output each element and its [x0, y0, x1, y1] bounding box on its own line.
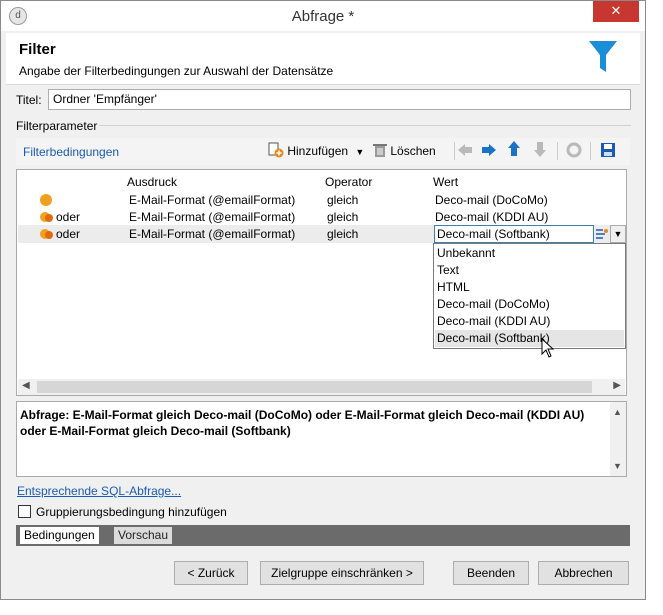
title-bar: d Abfrage * ✕ [1, 1, 645, 31]
column-header-operator[interactable]: Operator [325, 175, 372, 189]
refresh-icon [566, 142, 582, 158]
row-expression: E-Mail-Format (@emailFormat) [129, 227, 296, 241]
add-icon [268, 142, 284, 158]
refresh-button[interactable] [566, 140, 582, 162]
row-logic: oder [56, 210, 81, 224]
delete-button[interactable]: Löschen [373, 140, 436, 162]
cancel-button[interactable]: Abbrechen [538, 561, 629, 585]
filterparameter-label: Filterparameter [16, 119, 98, 133]
scroll-down-icon[interactable]: ▼ [613, 458, 622, 474]
scrollbar-thumb[interactable] [37, 381, 592, 393]
move-down-button[interactable] [532, 140, 548, 162]
move-left-button[interactable] [456, 140, 474, 162]
or-condition-icon [40, 229, 53, 239]
tab-bedingungen[interactable]: Bedingungen [20, 527, 99, 544]
restrict-target-button[interactable]: Zielgruppe einschränken > [260, 561, 424, 585]
back-button[interactable]: < Zurück [174, 561, 248, 585]
section-divider [99, 125, 631, 126]
move-right-button[interactable] [480, 140, 498, 162]
move-up-button[interactable] [506, 140, 522, 162]
tab-vorschau[interactable]: Vorschau [114, 527, 173, 544]
condition-icon [40, 194, 52, 206]
dropdown-option[interactable]: Unbekannt [435, 245, 624, 262]
arrow-up-icon [508, 141, 520, 156]
mouse-cursor-icon [541, 338, 555, 358]
funnel-icon [589, 41, 617, 72]
value-dropdown-list: Unbekannt Text HTML Deco-mail (DoCoMo) D… [433, 243, 626, 358]
row-logic: oder [56, 227, 81, 241]
toolbar-separator [454, 142, 455, 160]
toolbar-separator [590, 142, 591, 160]
save-button[interactable] [600, 140, 616, 162]
scroll-up-icon[interactable]: ▲ [613, 404, 622, 420]
table-row[interactable]: E-Mail-Format (@emailFormat) gleich Deco… [18, 191, 626, 209]
query-summary: Abfrage: E-Mail-Format gleich Deco-mail … [16, 401, 627, 477]
row-value: Deco-mail (KDDI AU) [435, 210, 549, 224]
row-expression: E-Mail-Format (@emailFormat) [129, 193, 296, 207]
column-header-value[interactable]: Wert [433, 175, 458, 189]
arrow-left-icon [458, 144, 472, 156]
page-title: Filter [19, 41, 56, 58]
tab-bar: Bedingungen Vorschau [16, 525, 630, 546]
delete-button-label: Löschen [390, 144, 436, 158]
scroll-left-icon[interactable]: ◀ [22, 380, 30, 391]
sql-query-link[interactable]: Entsprechende SQL-Abfrage... [17, 484, 181, 498]
column-header-expression[interactable]: Ausdruck [127, 175, 177, 189]
dropdown-option-selected[interactable]: Deco-mail (Softbank) [435, 330, 624, 347]
grouping-checkbox-label[interactable]: Gruppierungsbedingung hinzufügen [36, 505, 227, 519]
dropdown-option[interactable]: Text [435, 262, 624, 279]
row-operator: gleich [327, 193, 359, 207]
row-value: Deco-mail (DoCoMo) [435, 193, 548, 207]
table-row-selected[interactable]: oder E-Mail-Format (@emailFormat) gleich… [18, 225, 626, 243]
value-combobox[interactable]: Deco-mail (Softbank) [434, 225, 594, 243]
title-input[interactable]: Ordner 'Empfänger' [48, 89, 631, 110]
grouping-checkbox[interactable] [18, 505, 31, 518]
close-button[interactable]: ✕ [593, 1, 639, 22]
arrow-right-icon [482, 144, 496, 156]
toolbar-separator [557, 142, 558, 160]
row-expression: E-Mail-Format (@emailFormat) [129, 210, 296, 224]
or-condition-icon [40, 212, 53, 222]
row-operator: gleich [327, 227, 359, 241]
vertical-scrollbar[interactable]: ▲ ▼ [610, 402, 626, 476]
table-row[interactable]: oder E-Mail-Format (@emailFormat) gleich… [18, 208, 626, 226]
filter-toolbar: Filterbedingungen Hinzufügen ▼ Löschen [16, 138, 630, 165]
scroll-right-icon[interactable]: ▶ [613, 380, 621, 391]
finish-button[interactable]: Beenden [453, 561, 529, 585]
row-operator: gleich [327, 210, 359, 224]
dropdown-option[interactable]: Deco-mail (KDDI AU) [435, 313, 624, 330]
page-subtitle: Angabe der Filterbedingungen zur Auswahl… [19, 64, 334, 78]
add-button-label: Hinzufügen [287, 144, 349, 158]
wizard-header: Filter Angabe der Filterbedingungen zur … [6, 33, 640, 85]
chevron-down-icon[interactable]: ▼ [610, 225, 626, 243]
dialog-window: d Abfrage * ✕ Filter Angabe der Filterbe… [0, 0, 646, 600]
dropdown-option[interactable]: Deco-mail (DoCoMo) [435, 296, 624, 313]
window-title: Abfrage * [291, 8, 355, 25]
horizontal-scrollbar[interactable]: ◀ ▶ [18, 379, 625, 395]
title-label: Titel: [16, 93, 42, 107]
dropdown-option[interactable]: HTML [435, 279, 624, 296]
query-text: Abfrage: E-Mail-Format gleich Deco-mail … [20, 408, 585, 438]
chevron-down-icon[interactable]: ▼ [355, 147, 364, 157]
list-icon[interactable] [595, 228, 608, 240]
filterbedingungen-link[interactable]: Filterbedingungen [23, 145, 119, 159]
trash-icon [373, 144, 387, 157]
add-button[interactable]: Hinzufügen ▼ [268, 140, 364, 162]
arrow-down-icon [534, 142, 546, 157]
save-icon [601, 143, 615, 157]
